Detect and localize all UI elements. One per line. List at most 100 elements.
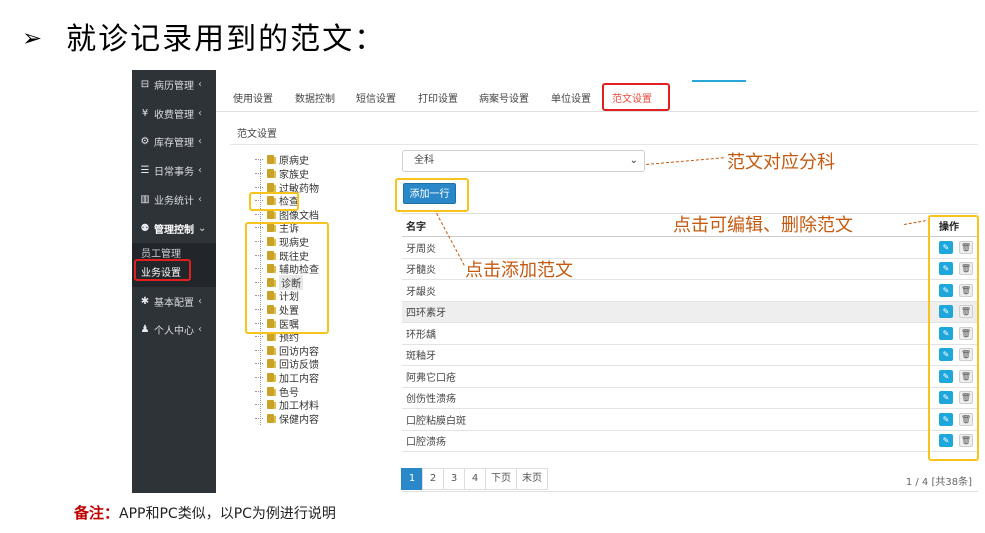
tab-sms-settings[interactable]: 短信设置 [356,90,396,105]
annotation-edit-delete: 点击可编辑、删除范文 [673,215,853,236]
folder-icon [267,359,276,369]
sidebar-item-label: 业务统计 [154,196,194,208]
divider [230,144,978,145]
tab-case-number-settings[interactable]: 病案号设置 [479,90,529,105]
bar-chart-icon: ▥ [140,194,150,206]
sidebar-item-billing[interactable]: ¥ 收费管理 ‹ [132,99,216,128]
bed-icon: ⊟ [140,78,150,90]
sidebar-item-label: 日常事务 [154,167,194,179]
tree-item[interactable]: 原病史 [255,153,309,167]
footnote-label: 备注： [74,504,120,522]
table-row[interactable]: 口腔粘膜白斑 ✎ 🗑 [402,409,978,431]
tree-item[interactable]: 家族史 [255,167,309,181]
tree-item[interactable]: 色号 [255,384,299,399]
table-row[interactable]: 创伤性溃疡 ✎ 🗑 [402,388,978,409]
folder-icon [267,182,276,192]
sidebar-item-admin[interactable]: ⚉ 管理控制 ⌄ [132,214,216,243]
tree-item[interactable]: 保健内容 [255,411,319,426]
folder-icon [267,209,276,219]
settings-tabs: 使用设置 数据控制 短信设置 打印设置 病案号设置 单位设置 范文设置 [216,70,978,112]
slide-title-text: 就诊记录用到的范文： [66,22,387,57]
wrench-icon: ✱ [140,295,150,307]
tab-unit-settings[interactable]: 单位设置 [551,90,591,105]
page-button[interactable]: 4 [464,468,486,490]
tree-item[interactable]: 回访反馈 [255,357,319,371]
table-row[interactable]: 环形龋 ✎ 🗑 [402,323,978,345]
sidebar-item-label: 病历管理 [154,80,194,92]
tree-item-label: 保健内容 [279,414,319,426]
sidebar: ⊟ 病历管理 ‹ ¥ 收费管理 ‹ ⚙ 库存管理 ‹ ☰ 日常事务 ‹ ▥ 业务… [132,70,216,493]
tree-branch [255,186,263,188]
tree-branch [255,213,263,215]
chevron-down-icon: ⌄ [198,222,207,234]
template-table: 名字 操作 牙周炎 ✎ 🗑 牙髓炎 ✎ 🗑 牙龈炎 ✎ 🗑 四环素牙 ✎ 🗑 环形龋 ✎ 🗑 斑釉牙 ✎ 🗑 阿弗它… [402,213,978,452]
table-row[interactable]: 牙龈炎 ✎ 🗑 [402,280,978,302]
highlight-business-settings [134,259,191,281]
page-button[interactable]: 1 [401,468,423,490]
folder-icon [267,400,276,410]
pagination: 1 2 3 4 下页 末页 [401,468,548,490]
tree-branch [255,417,263,419]
template-name: 阿弗它口疮 [406,372,456,384]
cog-icon: ⚉ [140,222,150,234]
template-name: 斑釉牙 [406,351,436,363]
tab-print-settings[interactable]: 打印设置 [418,90,458,105]
tab-data-control[interactable]: 数据控制 [295,90,335,105]
highlight-template-tab [602,83,670,111]
divider [402,491,978,492]
template-name: 口腔溃疡 [406,437,446,449]
sidebar-item-stats[interactable]: ▥ 业务统计 ‹ [132,185,216,214]
sidebar-item-label: 个人中心 [154,326,194,338]
department-select[interactable]: 全科 ⌄ [402,150,645,172]
highlight-exam [249,192,299,211]
chevron-left-icon: ‹ [198,165,202,177]
page-button[interactable]: 3 [443,468,465,490]
tree-branch [255,349,263,351]
folder-icon [267,386,276,396]
annotation-add: 点击添加范文 [465,260,573,281]
chevron-left-icon: ‹ [198,107,202,119]
table-row[interactable]: 四环素牙 ✎ 🗑 [402,301,978,323]
sidebar-item-daily[interactable]: ☰ 日常事务 ‹ [132,156,216,185]
template-name: 口腔粘膜白斑 [406,415,466,427]
tree-item[interactable]: 回访内容 [255,343,319,358]
sidebar-item-records[interactable]: ⊟ 病历管理 ‹ [132,70,216,99]
chevron-down-icon: ⌄ [629,155,638,166]
highlight-add-button [395,178,469,212]
annotation-department: 范文对应分科 [727,152,835,173]
sidebar-item-inventory[interactable]: ⚙ 库存管理 ‹ [132,128,216,157]
yen-icon: ¥ [141,107,149,119]
department-select-value: 全科 [414,155,434,166]
user-icon: ♟ [140,324,150,336]
tree-branch [255,172,263,174]
sidebar-item-config[interactable]: ✱ 基本配置 ‹ [132,287,216,316]
folder-icon [267,372,276,382]
tree-branch [255,159,263,161]
sidebar-item-profile[interactable]: ♟ 个人中心 ‹ [132,316,216,345]
template-name: 环形龋 [406,329,436,341]
table-row[interactable]: 阿弗它口疮 ✎ 🗑 [402,366,978,388]
tree-branch [255,376,263,378]
tree-item[interactable]: 加工材料 [255,398,319,412]
highlight-actions-column [928,215,979,461]
sidebar-item-label: 库存管理 [154,138,194,150]
arrow-bullet-icon: ➢ [22,24,45,52]
sidebar-item-label: 基本配置 [154,297,194,309]
folder-icon [267,413,276,423]
table-row[interactable]: 斑釉牙 ✎ 🗑 [402,345,978,366]
chevron-left-icon: ‹ [198,78,202,90]
table-row[interactable]: 口腔溃疡 ✎ 🗑 [402,431,978,452]
folder-icon [267,155,276,165]
folder-icon [267,168,276,178]
tree-branch [255,404,263,406]
last-page-button[interactable]: 末页 [516,468,548,490]
chevron-left-icon: ‹ [198,324,202,336]
tree-item[interactable]: 加工内容 [255,371,319,385]
cubes-icon: ⚙ [140,136,150,148]
template-name: 创伤性溃疡 [406,394,456,406]
highlight-record-fields [245,222,329,334]
page-button[interactable]: 2 [422,468,444,490]
tab-usage-settings[interactable]: 使用设置 [233,90,273,105]
next-page-button[interactable]: 下页 [485,468,517,490]
tree-branch [255,336,263,338]
